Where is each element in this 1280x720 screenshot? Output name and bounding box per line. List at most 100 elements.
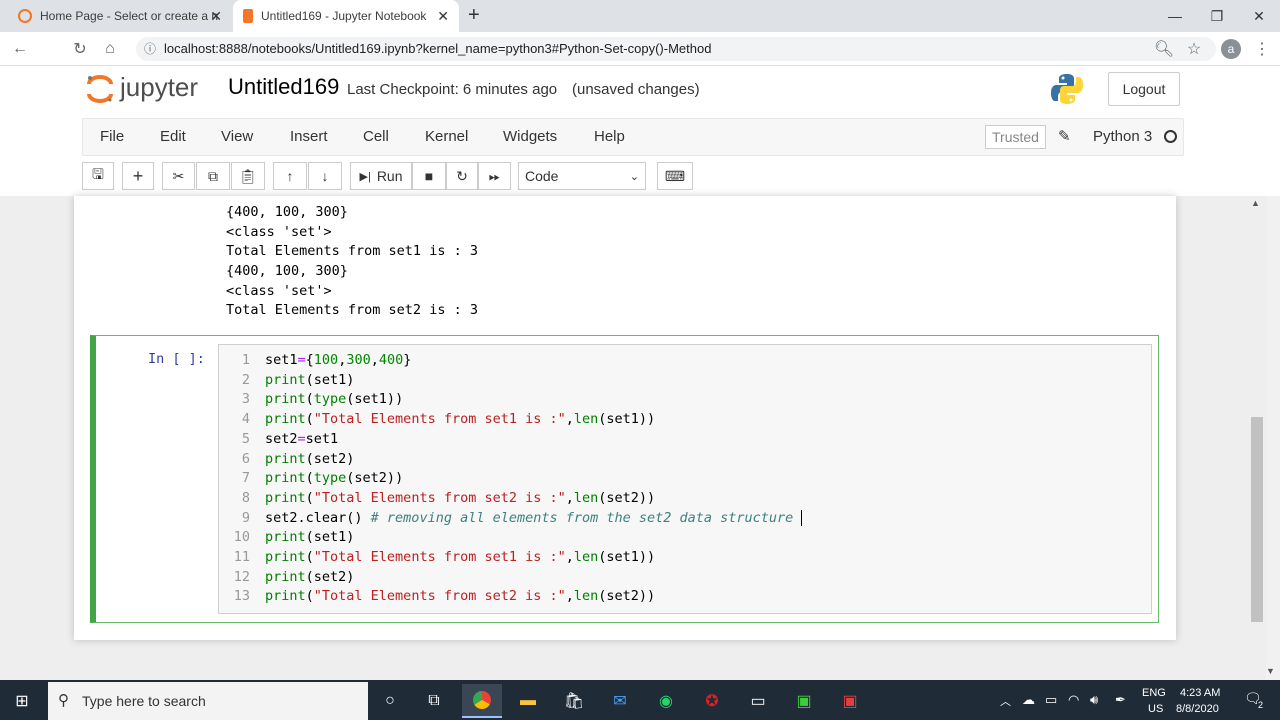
chrome-menu-icon[interactable]: ⋮ [1248, 32, 1276, 66]
camtasia-red-icon[interactable]: ▣ [830, 684, 870, 718]
interrupt-icon[interactable]: ■ [412, 162, 446, 190]
site-info-icon[interactable]: ⓘ [144, 37, 156, 61]
trusted-indicator[interactable]: Trusted [985, 125, 1046, 149]
output-line: {400, 100, 300} [226, 204, 348, 220]
close-tab-icon[interactable]: ✕ [210, 8, 222, 25]
clock-date: 8/8/2020 [1176, 703, 1219, 715]
text-cursor [801, 509, 803, 526]
save-icon[interactable]: 🖫︎ [82, 162, 114, 190]
line-number: 5 [241, 430, 250, 447]
cell-prompt: In [ ]: [148, 351, 205, 367]
close-tab-icon[interactable]: ✕ [437, 8, 449, 25]
line-number: 9 [241, 509, 250, 526]
code-line-2: print(set1) [265, 371, 355, 388]
scrollbar-thumb[interactable] [1251, 417, 1263, 622]
output-line: <class 'set'> [226, 223, 332, 240]
code-line-9: set2.clear() # removing all elements fro… [265, 509, 803, 526]
battery-icon[interactable]: ▭ [1045, 692, 1057, 708]
output-line: Total Elements from set1 is : 3 [226, 243, 478, 260]
menu-edit[interactable]: Edit [160, 119, 186, 155]
scroll-down-icon[interactable]: ▼ [1266, 666, 1275, 676]
mail-icon[interactable]: ✉ [600, 684, 640, 718]
run-label: Run [376, 168, 403, 184]
move-down-icon[interactable]: ↓ [308, 162, 342, 190]
cell-type-select[interactable]: Code ⌄ [518, 162, 646, 190]
close-window-icon[interactable]: ✕ [1236, 0, 1280, 32]
app-icon[interactable]: ✪ [692, 684, 732, 718]
menu-view[interactable]: View [221, 119, 253, 155]
new-tab-button[interactable]: + [468, 4, 488, 28]
notebook-favicon-icon [243, 9, 253, 23]
tab-label: Untitled169 - Jupyter Notebook [261, 9, 427, 23]
notification-count: 2 [1258, 700, 1264, 710]
bookmark-star-icon[interactable]: ☆ [1180, 32, 1208, 66]
network-icon[interactable]: ◠ [1068, 692, 1079, 708]
output-line: <class 'set'> [226, 282, 332, 299]
edit-pencil-icon[interactable]: ✎ [1058, 127, 1071, 145]
copy-icon[interactable]: ⧉ [196, 162, 230, 190]
tray-expand-icon[interactable]: ︿ [1000, 693, 1011, 709]
unsaved-status: (unsaved changes) [572, 81, 700, 98]
menu-help[interactable]: Help [594, 119, 625, 155]
code-line-12: print(set2) [265, 568, 355, 585]
logout-button[interactable]: Logout [1108, 72, 1180, 106]
reload-icon[interactable]: ↻ [66, 32, 94, 66]
code-line-8: print("Total Elements from set2 is :",le… [265, 489, 656, 506]
onedrive-icon[interactable]: ☁ [1022, 692, 1035, 708]
run-button[interactable]: ▶| Run [350, 162, 412, 190]
task-view-icon[interactable]: ⧉ [414, 684, 454, 718]
tab-label: Home Page - Select or create a n [40, 9, 219, 23]
menu-file[interactable]: File [100, 119, 124, 155]
code-line-13: print("Total Elements from set2 is :",le… [265, 588, 656, 605]
menu-widgets[interactable]: Widgets [503, 119, 557, 155]
insert-cell-icon[interactable]: + [122, 162, 154, 190]
back-icon[interactable]: ← [6, 32, 34, 66]
pen-icon[interactable]: ✒ [1115, 692, 1126, 708]
cortana-icon[interactable]: ○ [370, 684, 410, 718]
menu-kernel[interactable]: Kernel [425, 119, 468, 155]
file-explorer-icon[interactable]: ▬ [508, 684, 548, 718]
paste-icon[interactable]: 📋︎ [231, 162, 265, 190]
menu-insert[interactable]: Insert [290, 119, 328, 155]
jupyter-logo-text: jupyter [120, 72, 199, 102]
cut-icon[interactable]: ✂ [162, 162, 195, 190]
checkpoint-status: Last Checkpoint: 6 minutes ago [347, 81, 558, 98]
chrome-taskbar-icon[interactable] [462, 684, 502, 718]
line-number: 3 [241, 391, 250, 408]
clock-time[interactable]: 4:23 AM [1180, 687, 1220, 699]
output-line: Total Elements from set2 is : 3 [226, 302, 478, 319]
line-number: 13 [233, 588, 250, 605]
zoom-icon[interactable]: 🔍︎ [1150, 32, 1178, 66]
camtasia-green-icon[interactable]: ▣ [784, 684, 824, 718]
language-indicator[interactable]: ENG [1142, 687, 1166, 699]
restore-icon[interactable]: ❐ [1194, 0, 1240, 32]
restart-run-all-icon[interactable]: ⏩︎ [478, 162, 511, 190]
windows-start-icon[interactable]: ⊞ [2, 684, 42, 718]
restart-icon[interactable]: ↻ [446, 162, 478, 190]
minimize-icon[interactable]: — [1152, 0, 1198, 32]
volume-icon[interactable]: 🔊︎ [1090, 692, 1098, 708]
whatsapp-icon[interactable]: ◉ [646, 684, 686, 718]
tab-untitled169[interactable]: Untitled169 - Jupyter Notebook ✕ [233, 0, 459, 32]
url-text: localhost:8888/notebooks/Untitled169.ipy… [164, 41, 712, 56]
command-palette-icon[interactable]: ⌨ [657, 162, 693, 190]
line-number: 4 [241, 411, 250, 428]
vertical-scrollbar[interactable] [1266, 196, 1280, 680]
code-line-6: print(set2) [265, 450, 355, 467]
home-icon[interactable]: ⌂ [96, 32, 124, 66]
scroll-up-icon[interactable]: ▲ [1251, 198, 1260, 208]
jupyter-logo-icon[interactable] [86, 74, 114, 104]
url-field[interactable]: ⓘ localhost:8888/notebooks/Untitled169.i… [136, 37, 1216, 61]
move-up-icon[interactable]: ↑ [273, 162, 307, 190]
tab-home-page[interactable]: Home Page - Select or create a n ✕ [8, 0, 232, 32]
region-indicator: US [1148, 703, 1164, 715]
kernel-name[interactable]: Python 3 [1093, 119, 1152, 155]
profile-avatar[interactable]: a [1221, 39, 1241, 59]
run-icon: ▶| [359, 170, 371, 183]
taskbar-search-box[interactable]: ⚲ Type here to search [48, 682, 368, 720]
store-icon[interactable]: 🛍︎ [554, 684, 594, 718]
notebook-title[interactable]: Untitled169 [228, 74, 339, 100]
menu-cell[interactable]: Cell [363, 119, 389, 155]
python-logo-icon [1050, 72, 1084, 106]
terminal-icon[interactable]: ▭ [738, 684, 778, 718]
